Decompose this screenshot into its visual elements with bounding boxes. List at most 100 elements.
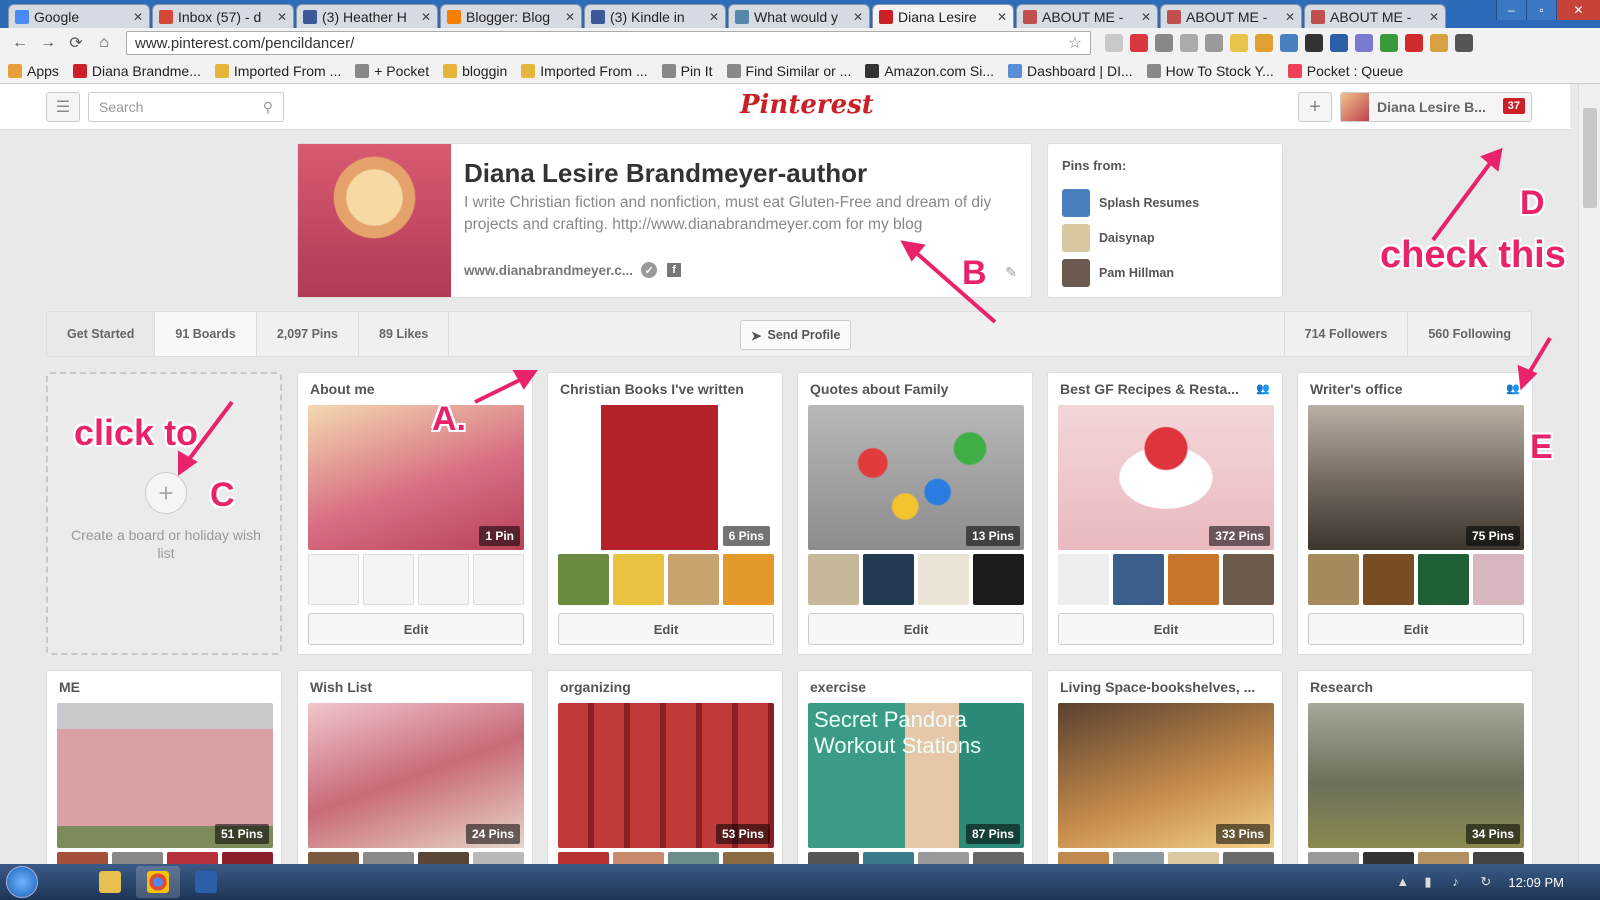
board-card[interactable]: Christian Books I've written 6 Pins Edit (547, 372, 783, 655)
tab-close-icon[interactable]: ✕ (997, 10, 1007, 24)
send-profile-button[interactable]: ➤ Send Profile (740, 320, 852, 350)
add-pin-button[interactable]: + (1298, 92, 1332, 122)
board-cover[interactable]: 75 Pins (1308, 405, 1524, 550)
board-thumbnail[interactable] (1308, 554, 1359, 605)
get-started-tab[interactable]: Get Started (47, 312, 156, 356)
board-cover[interactable]: 6 Pins (558, 405, 774, 550)
board-title[interactable]: exercise (810, 679, 1022, 695)
extension-icon[interactable] (1155, 34, 1173, 52)
browser-tab[interactable]: ABOUT ME - ✕ (1160, 4, 1302, 28)
pins-from-item[interactable]: Pam Hillman (1062, 255, 1268, 290)
network-icon[interactable]: ▮ (1424, 874, 1440, 890)
extension-icon[interactable] (1405, 34, 1423, 52)
board-thumbnail[interactable] (1058, 554, 1109, 605)
edit-pencil-icon[interactable]: ✎ (1005, 264, 1017, 281)
bookmark-item[interactable]: Pin It (661, 63, 713, 79)
tab-close-icon[interactable]: ✕ (421, 10, 431, 24)
menu-button[interactable]: ☰ (46, 92, 80, 122)
board-card[interactable]: exercise Secret Pandora Workout Stations… (797, 670, 1033, 870)
board-card[interactable]: Wish List 24 Pins (297, 670, 533, 870)
facebook-icon[interactable]: f (667, 263, 682, 277)
board-title[interactable]: ME (59, 679, 271, 695)
extension-icon[interactable] (1280, 34, 1298, 52)
extension-icon[interactable] (1205, 34, 1223, 52)
tab-close-icon[interactable]: ✕ (277, 10, 287, 24)
likes-tab[interactable]: 89 Likes (359, 312, 450, 356)
scrollbar-thumb[interactable] (1583, 108, 1597, 208)
board-thumbnail[interactable] (918, 554, 969, 605)
tray-arrow-icon[interactable]: ▲ (1396, 874, 1412, 890)
board-card[interactable]: ME 51 Pins (46, 670, 282, 870)
maximize-button[interactable]: ▫ (1526, 0, 1556, 20)
tab-close-icon[interactable]: ✕ (565, 10, 575, 24)
extension-icon[interactable] (1105, 34, 1123, 52)
home-button[interactable]: ⌂ (90, 31, 118, 55)
board-cover[interactable]: 24 Pins (308, 703, 524, 848)
board-card[interactable]: About me 1 Pin Edit (297, 372, 533, 655)
chrome-menu-icon[interactable] (1455, 34, 1473, 52)
followers-tab[interactable]: 714 Followers (1283, 312, 1408, 356)
board-cover[interactable]: 34 Pins (1308, 703, 1524, 848)
start-button[interactable] (0, 864, 44, 900)
board-thumbnail[interactable] (558, 554, 609, 605)
address-bar[interactable]: www.pinterest.com/pencildancer/ ☆ (126, 31, 1091, 55)
board-cover[interactable]: 51 Pins (57, 703, 273, 848)
board-card[interactable]: organizing 53 Pins (547, 670, 783, 870)
board-thumbnail[interactable] (808, 554, 859, 605)
extension-icon[interactable] (1230, 34, 1248, 52)
board-thumbnail[interactable] (973, 554, 1024, 605)
board-title[interactable]: Research (1310, 679, 1522, 695)
pinterest-logo[interactable]: Pinterest (740, 90, 874, 120)
pins-from-item[interactable]: Daisynap (1062, 220, 1268, 255)
notification-badge[interactable]: 37 (1502, 98, 1525, 114)
board-thumbnail[interactable] (1113, 554, 1164, 605)
browser-tab[interactable]: Blogger: Blog ✕ (440, 4, 582, 28)
create-board-plus-icon[interactable]: + (145, 472, 187, 514)
user-menu-button[interactable]: Diana Lesire B... 37 (1340, 92, 1532, 122)
board-thumbnail[interactable] (613, 554, 664, 605)
board-thumbnail[interactable] (418, 554, 469, 605)
bookmark-item[interactable]: How To Stock Y... (1146, 63, 1274, 79)
extension-icon[interactable] (1255, 34, 1273, 52)
pins-from-item[interactable]: Splash Resumes (1062, 185, 1268, 220)
board-thumbnail[interactable] (363, 554, 414, 605)
extension-icon[interactable] (1130, 34, 1148, 52)
clock[interactable]: 12:09 PM (1508, 875, 1564, 890)
bookmark-item[interactable]: Imported From ... (214, 63, 341, 79)
close-window-button[interactable]: ✕ (1556, 0, 1600, 20)
bookmark-item[interactable]: Apps (8, 63, 59, 79)
boards-tab[interactable]: 91 Boards (155, 312, 257, 356)
browser-tab[interactable]: Inbox (57) - d ✕ (152, 4, 294, 28)
browser-tab[interactable]: What would y ✕ (728, 4, 870, 28)
board-title[interactable]: Quotes about Family (810, 381, 1022, 397)
board-cover[interactable]: 372 Pins (1058, 405, 1274, 550)
edit-board-button[interactable]: Edit (1308, 613, 1524, 645)
minimize-button[interactable]: – (1496, 0, 1526, 20)
forward-button[interactable]: → (34, 31, 62, 55)
tab-close-icon[interactable]: ✕ (709, 10, 719, 24)
board-cover[interactable]: Secret Pandora Workout Stations 87 Pins (808, 703, 1024, 848)
board-thumbnail[interactable] (1473, 554, 1524, 605)
board-cover[interactable]: 1 Pin (308, 405, 524, 550)
tab-close-icon[interactable]: ✕ (1285, 10, 1295, 24)
bookmark-item[interactable]: Dashboard | DI... (1008, 63, 1133, 79)
extension-icon[interactable] (1330, 34, 1348, 52)
extension-icon[interactable] (1355, 34, 1373, 52)
edit-board-button[interactable]: Edit (808, 613, 1024, 645)
board-thumbnail[interactable] (1418, 554, 1469, 605)
tab-close-icon[interactable]: ✕ (1429, 10, 1439, 24)
website-link[interactable]: www.dianabrandmeyer.c... (464, 263, 633, 278)
browser-tab[interactable]: Google ✕ (8, 4, 150, 28)
board-card[interactable]: Quotes about Family 13 Pins Edit (797, 372, 1033, 655)
taskbar-word[interactable] (184, 866, 228, 898)
reload-button[interactable]: ⟳ (62, 31, 90, 55)
taskbar-chrome[interactable] (136, 866, 180, 898)
board-thumbnail[interactable] (308, 554, 359, 605)
browser-tab[interactable]: ABOUT ME - ✕ (1016, 4, 1158, 28)
edit-board-button[interactable]: Edit (558, 613, 774, 645)
extension-icon[interactable] (1305, 34, 1323, 52)
board-thumbnail[interactable] (1363, 554, 1414, 605)
board-thumbnail[interactable] (473, 554, 524, 605)
board-card[interactable]: Research 34 Pins (1297, 670, 1533, 870)
board-card[interactable]: Living Space-bookshelves, ... 33 Pins (1047, 670, 1283, 870)
